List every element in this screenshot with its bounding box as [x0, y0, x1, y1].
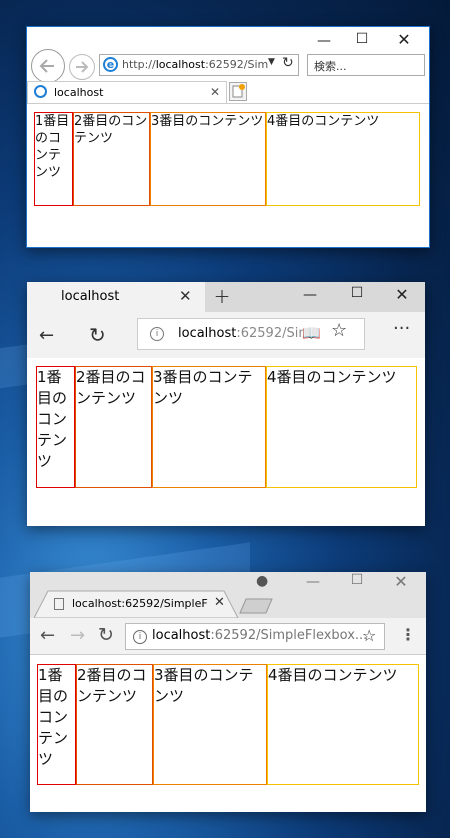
new-tab-button[interactable]	[238, 598, 274, 614]
flex-container: 1番目のコンテンツ 2番目のコンテンツ 3番目のコンテンツ 4番目のコンテンツ	[34, 112, 420, 206]
flex-item-4: 4番目のコンテンツ	[266, 366, 417, 488]
url-rest: :62592/Sim	[236, 326, 312, 341]
tab-divider	[27, 103, 429, 104]
back-arrow-icon[interactable]: ←	[39, 325, 54, 346]
flex-item-2: 2番目のコンテンツ	[76, 664, 153, 785]
refresh-icon[interactable]: ↻	[89, 323, 106, 347]
maximize-button[interactable]: ☐	[347, 31, 377, 47]
dropdown-icon[interactable]: ▼	[268, 57, 275, 67]
profile-icon[interactable]: ●	[256, 573, 268, 589]
tab-title: localhost	[54, 86, 104, 99]
flex-item-1: 1番目のコンテンツ	[34, 112, 73, 206]
flex-item-1: 1番目のコンテンツ	[37, 664, 76, 785]
tab-title: localhost:62592/SimpleFle	[72, 597, 208, 610]
back-button[interactable]	[31, 49, 65, 83]
flex-item-3: 3番目のコンテンツ	[152, 366, 266, 488]
edge-tab[interactable]: localhost ✕	[27, 282, 205, 312]
back-arrow-icon	[39, 59, 54, 73]
url-rest: :62592/SimpleFlexbox...	[210, 628, 368, 643]
more-menu-icon[interactable]: ···	[393, 318, 410, 339]
tab-close-icon[interactable]: ✕	[179, 287, 192, 305]
url-prefix: http://	[122, 58, 156, 71]
search-placeholder: 検索...	[314, 60, 347, 73]
tab-title: localhost	[61, 289, 120, 304]
reload-icon[interactable]: ↻	[98, 624, 114, 646]
flex-item-3: 3番目のコンテンツ	[150, 112, 266, 206]
url-host: localhost	[155, 58, 206, 71]
ie-window: — ☐ ✕ e http://localhost:62592/Sim ▼ ↻ 検…	[26, 26, 430, 248]
close-button[interactable]: ✕	[387, 285, 417, 304]
url-rest: :62592/Sim	[205, 58, 269, 71]
favorite-star-icon[interactable]: ☆	[331, 320, 347, 341]
omnibox[interactable]: i localhost:62592/SimpleFlexbox... ☆	[125, 623, 385, 650]
url-text: localhost:62592/Sim	[178, 326, 311, 341]
flex-container: 1番目のコンテンツ 2番目のコンテンツ 3番目のコンテンツ 4番目のコンテンツ	[37, 664, 419, 785]
tab-localhost[interactable]: localhost ✕	[27, 81, 227, 103]
new-tab-icon[interactable]: +	[210, 284, 234, 308]
close-button[interactable]: ✕	[386, 572, 416, 591]
ie-favicon-icon	[34, 85, 47, 98]
maximize-button[interactable]: ☐	[342, 285, 372, 301]
flex-item-2: 2番目のコンテンツ	[75, 366, 152, 488]
flex-container: 1番目のコンテンツ 2番目のコンテンツ 3番目のコンテンツ 4番目のコンテンツ	[36, 366, 417, 488]
info-icon: i	[150, 327, 164, 341]
chrome-toolbar: ← → ↻ i localhost:62592/SimpleFlexbox...…	[30, 618, 426, 655]
reading-view-icon[interactable]: 📖	[302, 324, 321, 342]
flex-item-1: 1番目のコンテンツ	[36, 366, 75, 488]
maximize-button[interactable]: ☐	[342, 572, 372, 588]
chrome-window: ● — ☐ ✕ localhost:62592/SimpleFle ✕ ← → …	[30, 572, 426, 812]
minimize-button[interactable]: —	[309, 33, 339, 49]
info-icon: i	[133, 630, 147, 644]
flex-item-3: 3番目のコンテンツ	[153, 664, 267, 785]
url-host: localhost	[152, 628, 211, 643]
forward-arrow-icon[interactable]: →	[70, 625, 85, 646]
edge-window: localhost ✕ + — ☐ ✕ ← ↻ i localhost:6259…	[27, 282, 425, 526]
back-arrow-icon[interactable]: ←	[40, 625, 55, 646]
chrome-menu-icon[interactable]: ⋮	[400, 625, 416, 644]
address-bar[interactable]: e http://localhost:62592/Sim ▼ ↻	[99, 54, 299, 76]
new-tab-icon	[232, 84, 245, 98]
tab-close-icon[interactable]: ✕	[210, 85, 220, 99]
close-button[interactable]: ✕	[389, 30, 419, 49]
forward-arrow-icon	[76, 61, 89, 73]
url-text: localhost:62592/SimpleFlexbox...	[152, 628, 367, 643]
new-tab-button[interactable]	[229, 82, 247, 101]
url-text: http://localhost:62592/Sim	[122, 58, 268, 71]
tab-close-icon[interactable]: ✕	[214, 595, 225, 610]
flex-item-4: 4番目のコンテンツ	[266, 112, 420, 206]
bookmark-star-icon[interactable]: ☆	[362, 626, 376, 645]
flex-item-4: 4番目のコンテンツ	[267, 664, 419, 785]
ie-logo-icon: e	[103, 57, 118, 72]
page-favicon-icon	[54, 598, 64, 610]
minimize-button[interactable]: —	[295, 287, 325, 303]
url-host: localhost	[178, 326, 237, 341]
edge-nav-bar: ← ↻ i localhost:62592/Sim 📖 ☆ ···	[27, 312, 425, 358]
chrome-tab[interactable]: localhost:62592/SimpleFle ✕	[48, 591, 230, 617]
flex-item-2: 2番目のコンテンツ	[73, 112, 150, 206]
search-box[interactable]: 検索...	[307, 54, 425, 76]
refresh-icon[interactable]: ↻	[282, 55, 294, 71]
forward-button[interactable]	[69, 54, 95, 80]
minimize-button[interactable]: —	[298, 574, 328, 590]
